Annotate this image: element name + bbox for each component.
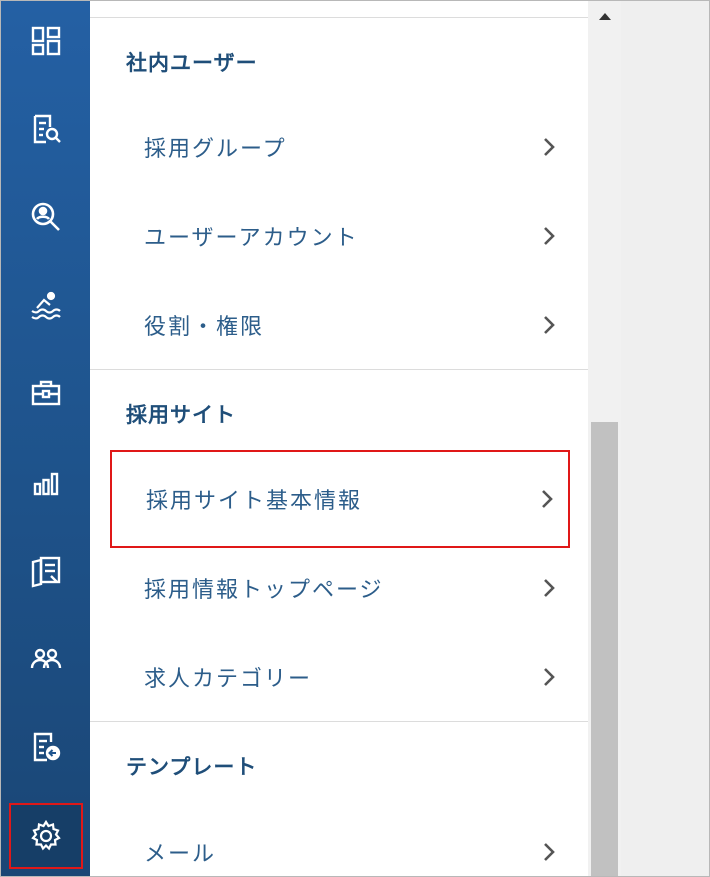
section-title-templates: テンプレート xyxy=(126,755,258,779)
chevron-right-icon xyxy=(544,138,555,156)
section-title-internal-users: 社内ユーザー xyxy=(126,51,258,75)
menu-item-label: 役割・権限 xyxy=(144,315,265,340)
chevron-right-icon xyxy=(544,227,555,245)
menu-item-label: 採用グループ xyxy=(144,137,287,162)
menu-item-user-account[interactable]: ユーザーアカウント xyxy=(110,191,570,281)
document-export-icon[interactable] xyxy=(1,717,90,777)
menu-item-label: 求人カテゴリー xyxy=(144,667,313,692)
settings-menu: 社内ユーザー 採用グループ ユーザーアカウント 役割・権限 採用サイト 採用サイ… xyxy=(90,1,588,876)
menu-item-label: ユーザーアカウント xyxy=(144,226,359,251)
gear-icon[interactable] xyxy=(9,803,83,869)
scroll-up-arrow-icon[interactable] xyxy=(588,1,621,31)
report-icon[interactable] xyxy=(1,541,90,601)
chevron-right-icon xyxy=(544,316,555,334)
divider xyxy=(90,17,588,18)
menu-item-label: 採用サイト基本情報 xyxy=(146,489,363,514)
menu-item-site-basic-info[interactable]: 採用サイト基本情報 xyxy=(110,450,570,548)
users-icon[interactable] xyxy=(1,629,90,689)
dashboard-icon[interactable] xyxy=(1,11,90,71)
bar-chart-icon[interactable] xyxy=(1,453,90,513)
divider xyxy=(90,369,588,370)
menu-item-roles-permissions[interactable]: 役割・権限 xyxy=(110,280,570,370)
chevron-right-icon xyxy=(544,579,555,597)
menu-item-label: メール xyxy=(144,842,217,867)
vertical-scrollbar[interactable] xyxy=(588,1,621,876)
app-frame: 社内ユーザー 採用グループ ユーザーアカウント 役割・権限 採用サイト 採用サイ… xyxy=(0,0,710,877)
chevron-right-icon xyxy=(544,843,555,861)
menu-item-mail[interactable]: メール xyxy=(110,807,570,876)
menu-item-job-category[interactable]: 求人カテゴリー xyxy=(110,632,570,722)
divider xyxy=(90,721,588,722)
scrollbar-thumb[interactable] xyxy=(591,422,618,876)
document-search-icon[interactable] xyxy=(1,99,90,159)
menu-item-label: 採用情報トップページ xyxy=(144,578,384,603)
chevron-right-icon xyxy=(544,668,555,686)
chevron-right-icon xyxy=(542,490,553,508)
swimmer-icon[interactable] xyxy=(1,275,90,335)
section-title-recruiting-site: 採用サイト xyxy=(126,403,236,427)
briefcase-icon[interactable] xyxy=(1,363,90,423)
menu-item-recruiting-group[interactable]: 採用グループ xyxy=(110,102,570,192)
candidate-search-icon[interactable] xyxy=(1,187,90,247)
sidebar xyxy=(1,1,90,876)
menu-item-recruiting-top-page[interactable]: 採用情報トップページ xyxy=(110,543,570,633)
